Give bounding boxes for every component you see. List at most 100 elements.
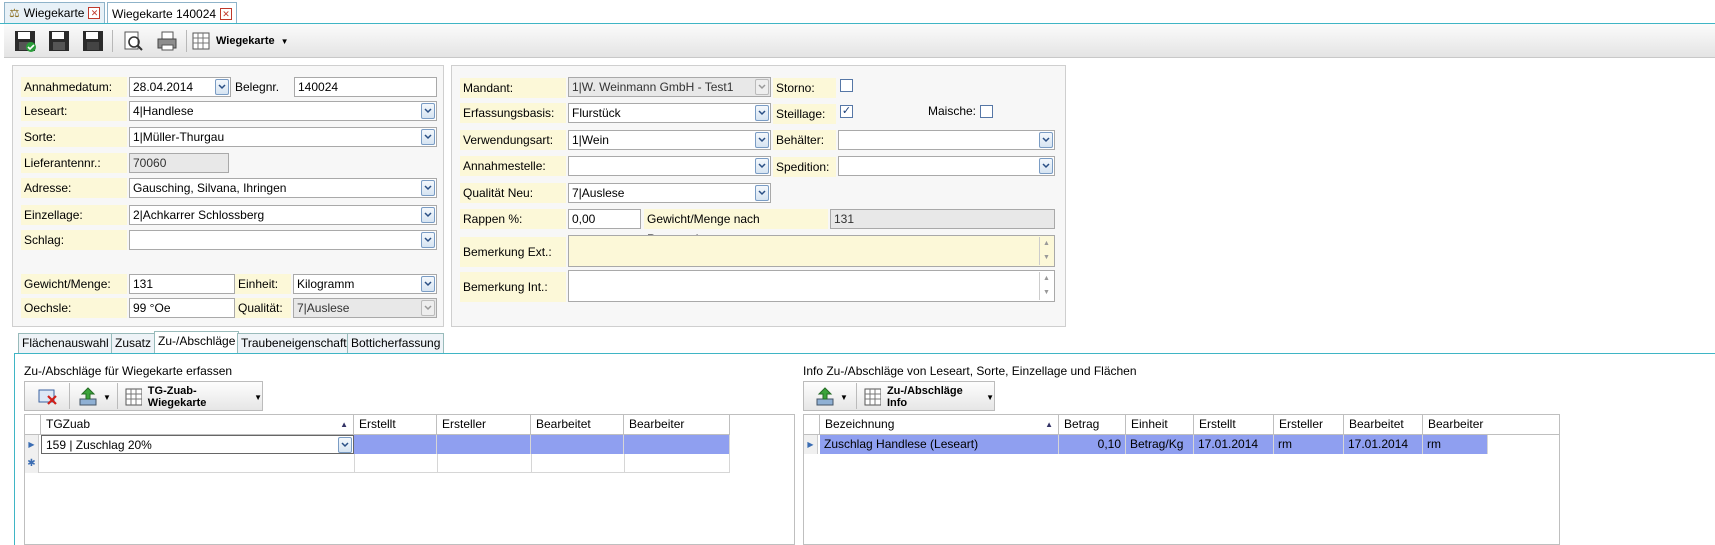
table-cell[interactable]: rm xyxy=(1423,435,1488,454)
oechsle-field[interactable]: 99 °Oe xyxy=(129,298,235,318)
verwendungsart-value: 1|Wein xyxy=(572,133,609,147)
row-indicator-icon: ▶ xyxy=(804,435,818,454)
table-cell[interactable] xyxy=(624,435,730,454)
erfassungsbasis-value: Flurstück xyxy=(572,106,621,120)
export-button[interactable]: ▼ xyxy=(77,387,111,407)
rappen-field[interactable]: 0,00 xyxy=(568,209,641,229)
rappen-label: Rappen %: xyxy=(460,209,566,229)
scrollbar[interactable]: ▲ ▼ xyxy=(1039,272,1053,300)
save-button[interactable] xyxy=(80,29,106,53)
delete-row-button[interactable] xyxy=(37,387,59,407)
chevron-down-icon: ▼ xyxy=(254,392,262,402)
einheit-select[interactable]: Kilogramm xyxy=(293,274,437,294)
sorte-label: Sorte: xyxy=(21,127,127,147)
table-cell[interactable]: rm xyxy=(1274,435,1344,454)
table-cell[interactable] xyxy=(354,435,437,454)
toolbar-separator xyxy=(69,383,70,409)
tab-botticherfassung[interactable]: Botticherfassung xyxy=(347,333,445,353)
table-cell[interactable]: Zuschlag Handlese (Leseart) xyxy=(820,435,1059,454)
annahmedatum-label: Annahmedatum: xyxy=(21,77,127,97)
column-header-einheit[interactable]: Einheit xyxy=(1126,415,1194,435)
table-row[interactable]: ▶ 159 | Zuschlag 20% xyxy=(25,435,730,454)
chevron-down-icon[interactable] xyxy=(421,232,435,248)
qualitaet-value: 7|Auslese xyxy=(297,301,350,315)
leseart-select[interactable]: 4|Handlese xyxy=(129,101,437,121)
column-header-betrag[interactable]: Betrag xyxy=(1059,415,1126,435)
chevron-down-icon[interactable] xyxy=(421,103,435,119)
steillage-checkbox[interactable]: ✓ xyxy=(840,105,853,118)
chevron-down-icon[interactable] xyxy=(755,185,769,201)
preview-button[interactable] xyxy=(120,29,146,53)
spedition-select[interactable] xyxy=(838,156,1055,176)
export-button[interactable]: ▼ xyxy=(814,387,848,407)
table-cell[interactable]: Betrag/Kg xyxy=(1126,435,1194,454)
table-cell[interactable] xyxy=(531,435,624,454)
column-header-ersteller[interactable]: Ersteller xyxy=(437,415,531,435)
sorte-select[interactable]: 1|Müller-Thurgau xyxy=(129,127,437,147)
close-icon[interactable]: ✕ xyxy=(88,7,101,19)
tab-wiegekarte[interactable]: ⚖ Wiegekarte ✕ xyxy=(4,2,106,23)
tab-zusatz[interactable]: Zusatz xyxy=(111,333,156,353)
annahmestelle-select[interactable] xyxy=(568,156,771,176)
tab-wiegekarte-140024[interactable]: Wiegekarte 140024 ✕ xyxy=(107,2,238,24)
table-cell[interactable]: 159 | Zuschlag 20% xyxy=(41,435,354,454)
erfassungsbasis-select[interactable]: Flurstück xyxy=(568,103,771,123)
gewicht-field[interactable]: 131 xyxy=(129,274,235,294)
annahmedatum-field[interactable]: 28.04.2014 xyxy=(129,77,231,97)
gewicht-label: Gewicht/Menge: xyxy=(21,274,127,294)
chevron-down-icon[interactable] xyxy=(755,105,769,121)
save-close-button[interactable] xyxy=(12,29,38,53)
layout-dropdown-button[interactable]: Zu-/Abschläge Info ▼ xyxy=(864,385,994,409)
steillage-label: Steillage: xyxy=(773,104,836,124)
chevron-down-icon[interactable] xyxy=(1039,158,1053,174)
maische-checkbox[interactable] xyxy=(980,105,993,118)
column-header-bearbeiter[interactable]: Bearbeiter xyxy=(624,415,730,435)
chevron-down-icon[interactable] xyxy=(215,79,229,95)
column-header-erstellt[interactable]: Erstellt xyxy=(1194,415,1274,435)
tab-flaechenauswahl[interactable]: Flächenauswahl xyxy=(18,333,113,353)
column-header-bearbeitet[interactable]: Bearbeitet xyxy=(1344,415,1423,435)
layout-dropdown-button[interactable]: TG-Zuab-Wiegekarte ▼ xyxy=(125,385,262,409)
column-header-bezeichnung[interactable]: Bezeichnung ▲ xyxy=(820,415,1059,435)
tab-traubeneigenschaft[interactable]: Traubeneigenschaft xyxy=(237,333,351,353)
tab-label: Wiegekarte 140024 xyxy=(112,6,217,21)
column-header-tgzuab[interactable]: TGZuab ▲ xyxy=(41,415,354,435)
column-header-bearbeitet[interactable]: Bearbeitet xyxy=(531,415,624,435)
behaelter-select[interactable] xyxy=(838,130,1055,150)
save-new-icon xyxy=(49,31,69,51)
chevron-down-icon[interactable] xyxy=(421,180,435,196)
scrollbar[interactable]: ▲ ▼ xyxy=(1039,237,1053,265)
einzellage-value: 2|Achkarrer Schlossberg xyxy=(133,208,265,222)
column-header-erstellt[interactable]: Erstellt xyxy=(354,415,437,435)
column-header-bearbeiter[interactable]: Bearbeiter xyxy=(1423,415,1560,435)
chevron-down-icon[interactable] xyxy=(755,132,769,148)
chevron-down-icon[interactable] xyxy=(338,437,352,453)
chevron-down-icon[interactable] xyxy=(755,158,769,174)
new-row[interactable]: ✱ xyxy=(25,454,730,473)
layout-dropdown-button[interactable]: Wiegekarte ▼ xyxy=(192,30,289,52)
close-icon[interactable]: ✕ xyxy=(220,7,233,20)
grid-icon xyxy=(125,388,142,406)
table-row[interactable]: ▶ Zuschlag Handlese (Leseart) 0,10 Betra… xyxy=(804,435,1560,454)
bemerkung-int-field[interactable]: ▲ ▼ xyxy=(568,270,1055,302)
chevron-down-icon[interactable] xyxy=(1039,132,1053,148)
einzellage-select[interactable]: 2|Achkarrer Schlossberg xyxy=(129,205,437,225)
save-new-button[interactable] xyxy=(46,29,72,53)
chevron-down-icon[interactable] xyxy=(421,129,435,145)
schlag-select[interactable] xyxy=(129,230,437,250)
tab-zu-abschlaege[interactable]: Zu-/Abschläge xyxy=(154,331,240,354)
chevron-down-icon[interactable] xyxy=(421,276,435,292)
table-cell[interactable]: 17.01.2014 xyxy=(1344,435,1423,454)
table-cell[interactable] xyxy=(437,435,531,454)
column-header-ersteller[interactable]: Ersteller xyxy=(1274,415,1344,435)
storno-checkbox[interactable] xyxy=(840,79,853,92)
table-cell[interactable]: 17.01.2014 xyxy=(1194,435,1274,454)
print-button[interactable] xyxy=(154,29,180,53)
qualitaet-neu-select[interactable]: 7|Auslese xyxy=(568,183,771,203)
table-cell[interactable]: 0,10 xyxy=(1059,435,1126,454)
chevron-down-icon[interactable] xyxy=(421,207,435,223)
belegnr-field[interactable]: 140024 xyxy=(294,77,437,97)
verwendungsart-select[interactable]: 1|Wein xyxy=(568,130,771,150)
bemerkung-ext-field[interactable]: ▲ ▼ xyxy=(568,235,1055,267)
adresse-select[interactable]: Gausching, Silvana, Ihringen xyxy=(129,178,437,198)
